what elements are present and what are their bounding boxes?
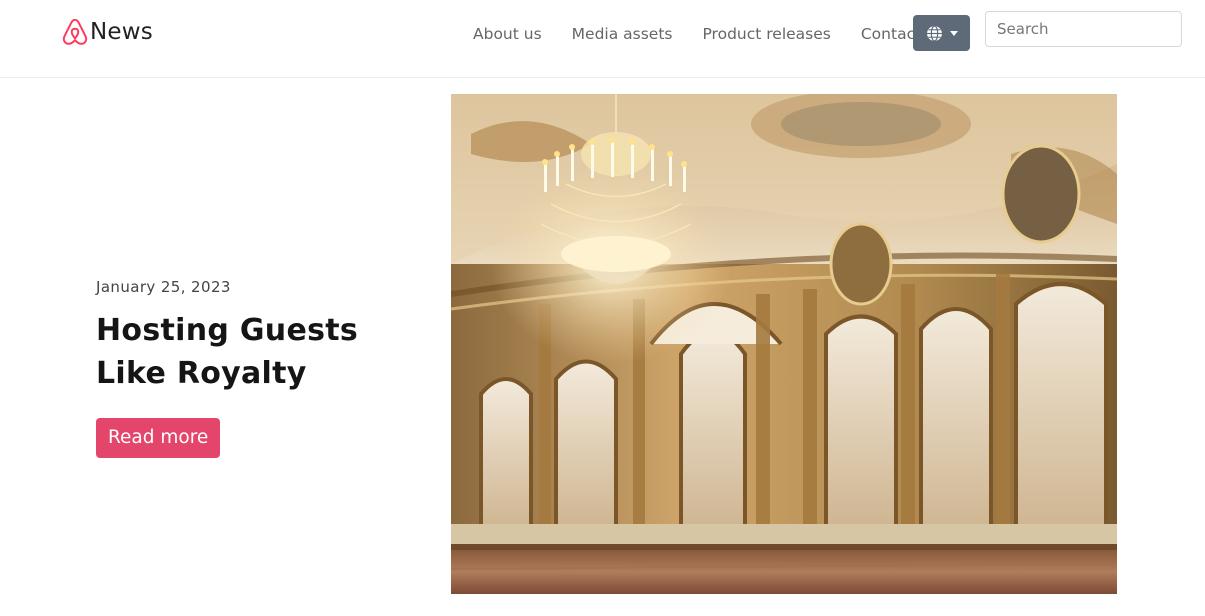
nav-link-media-assets[interactable]: Media assets	[557, 22, 688, 46]
read-more-button[interactable]: Read more	[96, 418, 221, 458]
story-title: Hosting Guests Like Royalty	[96, 313, 359, 391]
airbnb-logo-icon	[62, 18, 88, 45]
language-dropdown-button[interactable]	[913, 15, 970, 51]
featured-story: January 25, 2023 Hosting Guests Like Roy…	[96, 276, 416, 458]
ballroom-photo	[451, 94, 1117, 594]
nav-link-about-us[interactable]: About us	[458, 22, 557, 46]
nav-link-product-releases[interactable]: Product releases	[687, 22, 845, 46]
chevron-down-icon	[949, 30, 958, 36]
brand-logo-link[interactable]: News	[60, 16, 153, 48]
story-date: January 25, 2023	[96, 278, 231, 296]
story-image[interactable]	[451, 94, 1117, 594]
main-nav: About us Media assets Product releases C…	[458, 22, 936, 46]
globe-icon	[926, 24, 942, 42]
brand-title: News	[90, 19, 153, 45]
site-header: News About us Media assets Product relea…	[0, 0, 1205, 78]
search-input[interactable]	[985, 11, 1182, 47]
